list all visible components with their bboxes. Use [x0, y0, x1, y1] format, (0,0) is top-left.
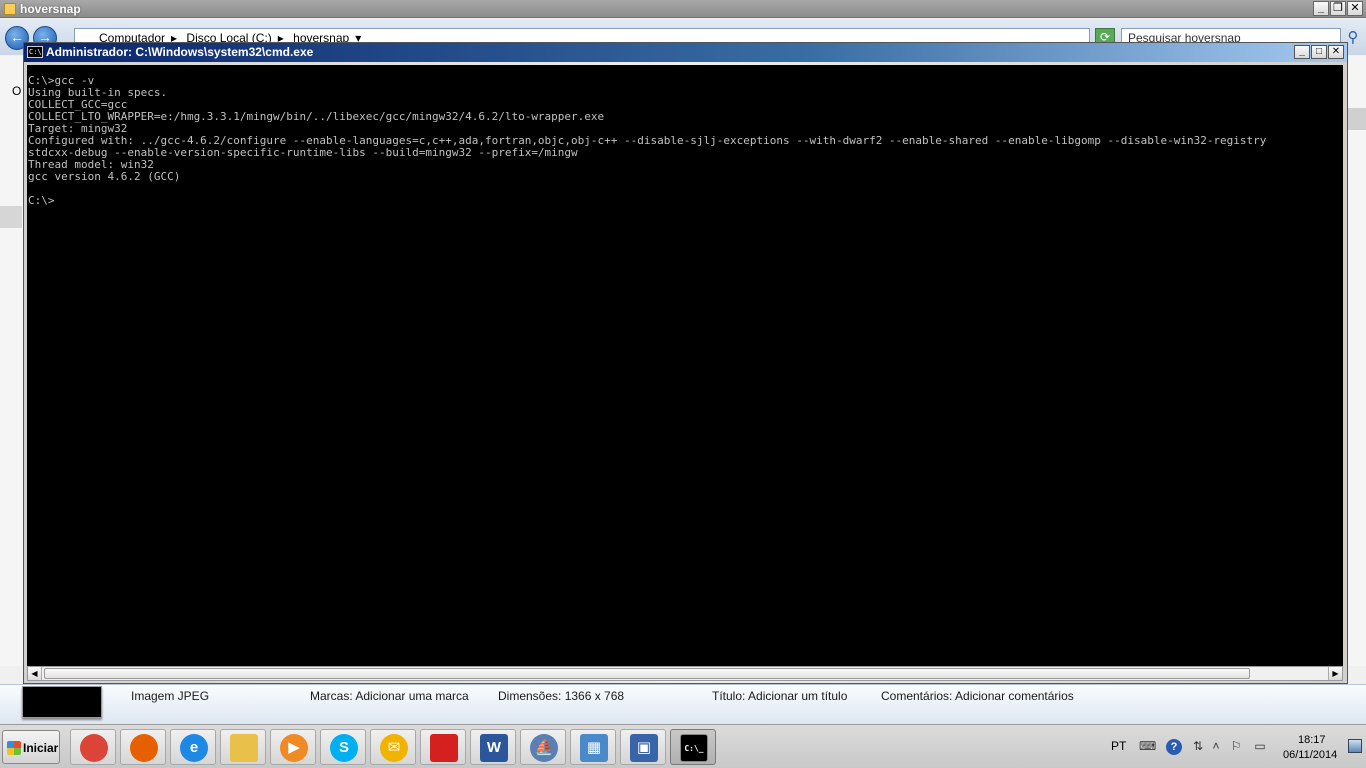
scroll-left-icon[interactable]: ◀ — [28, 667, 42, 680]
taskbar-button-chrome[interactable] — [70, 729, 116, 765]
cmd-window: C:\ Administrador: C:\Windows\system32\c… — [23, 42, 1348, 684]
taskbar-button-adobe-reader[interactable] — [420, 729, 466, 765]
scroll-right-icon[interactable]: ▶ — [1328, 667, 1342, 680]
detail-dimensions: Dimensões: 1366 x 768 — [498, 689, 625, 703]
show-desktop-button[interactable] — [1348, 739, 1362, 753]
show-hidden-icons-icon[interactable]: ˄ — [1208, 739, 1224, 753]
language-indicator[interactable]: PT — [1111, 739, 1126, 753]
detail-comments[interactable]: Comentários: Adicionar comentários — [881, 689, 1074, 703]
media-player-icon: ▶ — [280, 734, 308, 762]
action-center-flag-icon[interactable]: ⚐ — [1228, 739, 1244, 753]
navigation-pane-label: O — [12, 84, 22, 98]
cmd-titlebar[interactable]: C:\ Administrador: C:\Windows\system32\c… — [24, 43, 1347, 62]
taskbar-button-remote-desktop[interactable]: ▣ — [620, 729, 666, 765]
taskbar-button-internet-explorer[interactable]: e — [170, 729, 216, 765]
console-output[interactable]: C:\>gcc -v Using built-in specs. COLLECT_G… — [27, 65, 1343, 666]
restore-icon[interactable]: ❐ — [1330, 1, 1346, 16]
console-line: Thread model: win32 — [28, 158, 154, 171]
vertical-scrollbar-edge — [1344, 65, 1346, 666]
network-icon[interactable]: ⇅ — [1190, 739, 1206, 753]
file-list-selection[interactable] — [1348, 108, 1366, 130]
close-icon[interactable]: ✕ — [1328, 45, 1344, 59]
clock-time[interactable]: 18:17 — [1298, 734, 1326, 746]
explorer-titlebar[interactable]: hoversnap _ ❐ ✕ — [0, 0, 1366, 18]
outlook-icon: ✉ — [380, 734, 408, 762]
chrome-icon — [80, 734, 108, 762]
detail-tags[interactable]: Marcas: Adicionar uma marca — [310, 689, 469, 703]
console-line: Using built-in specs. — [28, 86, 168, 99]
explorer-title: hoversnap — [20, 2, 81, 16]
folder-icon — [4, 3, 16, 15]
start-label: Iniciar — [23, 741, 59, 755]
keyboard-icon[interactable]: ⌨ — [1139, 739, 1156, 753]
detail-title[interactable]: Título: Adicionar um título — [712, 689, 847, 703]
display-icon[interactable]: ▭ — [1252, 739, 1268, 753]
taskbar-button-outlook[interactable]: ✉ — [370, 729, 416, 765]
console-line: C:\>gcc -v — [28, 74, 95, 87]
minimize-icon[interactable]: _ — [1294, 45, 1310, 59]
windows-explorer-icon — [230, 734, 258, 762]
detail-file-type: Imagem JPEG — [131, 689, 210, 703]
console-line: COLLECT_LTO_WRAPPER=e:/hmg.3.3.1/mingw/b… — [28, 110, 605, 123]
file-list-edge — [1348, 56, 1366, 666]
taskbar-button-firefox[interactable] — [120, 729, 166, 765]
details-pane: Imagem JPEG Marcas: Adicionar uma marca … — [0, 684, 1366, 724]
windows-logo-icon — [7, 741, 21, 755]
taskbar-button-word[interactable]: W — [470, 729, 516, 765]
taskbar-button-skype[interactable]: S — [320, 729, 366, 765]
adobe-reader-icon — [430, 734, 458, 762]
control-panel-icon: ▦ — [580, 734, 608, 762]
minimize-icon[interactable]: _ — [1313, 1, 1329, 16]
remote-desktop-icon: ▣ — [630, 734, 658, 762]
horizontal-scrollbar[interactable]: ◀ ▶ — [27, 666, 1343, 681]
internet-explorer-icon: e — [180, 734, 208, 762]
skype-icon: S — [330, 734, 358, 762]
navigation-pane-selection[interactable] — [0, 206, 22, 228]
file-thumbnail — [22, 686, 102, 718]
cmd-title: Administrador: C:\Windows\system32\cmd.e… — [46, 45, 314, 59]
console-line: stdcxx-debug --enable-version-specific-r… — [28, 146, 578, 159]
console-line: gcc version 4.6.2 (GCC) — [28, 170, 181, 183]
maximize-icon[interactable]: □ — [1311, 45, 1327, 59]
close-icon[interactable]: ✕ — [1347, 1, 1363, 16]
taskbar-button-cmd[interactable]: C:\_ — [670, 729, 716, 765]
taskbar-button-windows-explorer[interactable] — [220, 729, 266, 765]
scrollbar-thumb[interactable] — [44, 668, 1250, 679]
navigation-pane — [0, 56, 24, 666]
cmd-icon: C:\_ — [680, 734, 708, 762]
taskbar-button-media-player[interactable]: ▶ — [270, 729, 316, 765]
sailboat-app-icon: ⛵ — [530, 734, 558, 762]
help-icon[interactable]: ? — [1166, 739, 1182, 755]
taskbar-button-sailboat-app[interactable]: ⛵ — [520, 729, 566, 765]
taskbar-button-control-panel[interactable]: ▦ — [570, 729, 616, 765]
console-line: C:\> — [28, 194, 55, 207]
clock-date[interactable]: 06/11/2014 — [1283, 749, 1337, 761]
word-icon: W — [480, 734, 508, 762]
start-button[interactable]: Iniciar — [2, 730, 60, 764]
console-lines: C:\>gcc -v Using built-in specs. COLLECT_G… — [28, 75, 1266, 207]
firefox-icon — [130, 734, 158, 762]
taskbar: Iniciar e ▶ S ✉ W ⛵ ▦ ▣ C:\_ PT ⌨ ? ⇅ ˄ ⚐ ▭ 18:1… — [0, 724, 1366, 768]
cmd-icon[interactable]: C:\ — [27, 46, 43, 58]
